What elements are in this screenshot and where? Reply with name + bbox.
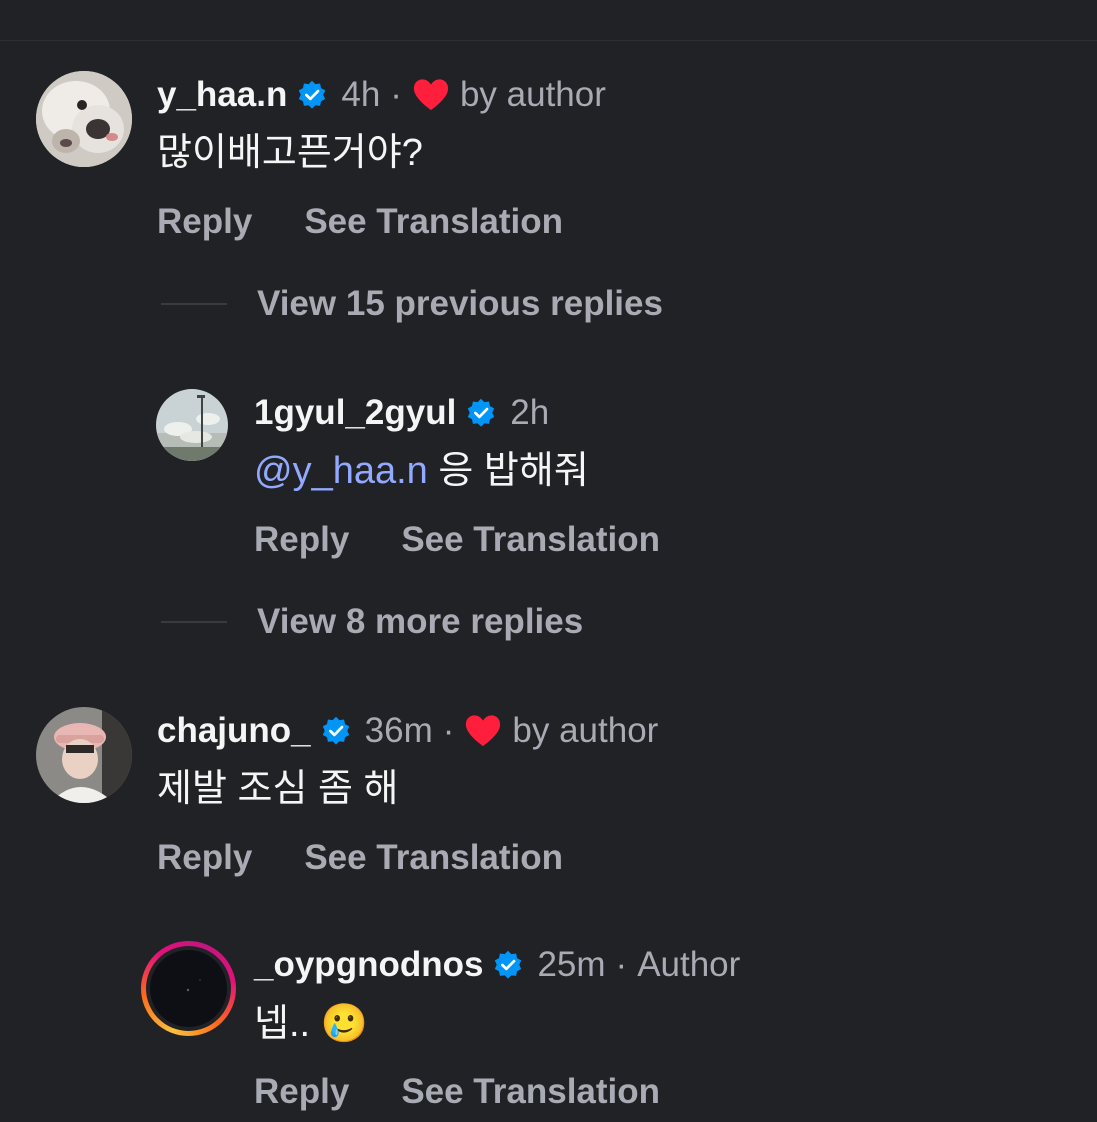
reply-text: @y_haa.n 응 밥해줘: [254, 449, 589, 493]
see-translation-button[interactable]: See Translation: [401, 520, 660, 560]
comment-header: y_haa.n 4h · by author: [157, 75, 606, 115]
reply-button[interactable]: Reply: [157, 202, 252, 242]
reply-button[interactable]: Reply: [254, 1072, 349, 1112]
reply-text: 넵.. 🥲: [254, 1001, 368, 1046]
emoji-smiling-tear-icon: 🥲: [320, 1001, 368, 1045]
avatar[interactable]: [36, 707, 132, 803]
comment-time: 36m: [364, 711, 433, 750]
verified-badge-icon: [299, 80, 326, 109]
see-translation-button[interactable]: See Translation: [304, 202, 563, 242]
reply-header: 1gyul_2gyul 2h: [254, 393, 549, 433]
avatar-story-ring-icon: [150, 950, 227, 1027]
verified-badge-icon: [495, 950, 522, 979]
avatar-sky-photo-icon: [156, 389, 228, 461]
view-previous-replies-label: View 15 previous replies: [257, 284, 663, 323]
reply-actions: Reply See Translation: [254, 1072, 660, 1112]
liked-by-author-label: by author: [459, 75, 606, 114]
author-label: Author: [637, 945, 741, 984]
heart-icon: [413, 79, 449, 111]
view-more-replies-button[interactable]: View 8 more replies: [161, 602, 583, 642]
reply-button[interactable]: Reply: [157, 838, 252, 878]
separator-dot: ·: [442, 711, 455, 750]
comment-time: 4h: [341, 75, 381, 114]
verified-badge-icon: [468, 398, 495, 427]
avatar: [150, 950, 227, 1027]
comment-time: 2h: [510, 393, 550, 432]
comment-actions: Reply See Translation: [157, 202, 563, 242]
separator-dot: ·: [390, 75, 402, 114]
thread-line: [161, 621, 227, 623]
comment-time: 25m: [537, 945, 606, 984]
verified-badge-icon: [322, 716, 349, 745]
avatar-person-photo-icon: [36, 707, 132, 803]
liked-by-author-label: by author: [512, 711, 659, 750]
username[interactable]: chajuno_: [157, 711, 311, 751]
avatar[interactable]: [156, 389, 228, 461]
username[interactable]: _oypgnodnos: [254, 945, 483, 985]
comment-text: 많이배고픈거야?: [157, 132, 423, 174]
mention-link[interactable]: @y_haa.n: [254, 450, 428, 492]
comment-header: chajuno_ 36m · by author: [157, 711, 658, 751]
comment-text: 제발 조심 좀 해: [157, 768, 399, 810]
reply-body: 응 밥해줘: [438, 450, 589, 492]
username[interactable]: y_haa.n: [157, 75, 287, 115]
see-translation-button[interactable]: See Translation: [401, 1072, 660, 1112]
username[interactable]: 1gyul_2gyul: [254, 393, 456, 433]
avatar-dog-photo-icon: [36, 71, 132, 167]
top-divider: [0, 40, 1097, 41]
view-previous-replies-button[interactable]: View 15 previous replies: [161, 284, 663, 324]
reply-actions: Reply See Translation: [254, 520, 660, 560]
reply-body: 넵..: [254, 1003, 311, 1045]
reply-button[interactable]: Reply: [254, 520, 349, 560]
avatar[interactable]: [36, 71, 132, 167]
comment-actions: Reply See Translation: [157, 838, 563, 878]
separator-dot: ·: [615, 945, 628, 984]
thread-line: [161, 303, 227, 305]
view-more-replies-label: View 8 more replies: [257, 602, 584, 641]
reply-header: _oypgnodnos 25m · Author: [254, 945, 740, 985]
heart-icon: [466, 715, 501, 747]
see-translation-button[interactable]: See Translation: [304, 838, 563, 878]
